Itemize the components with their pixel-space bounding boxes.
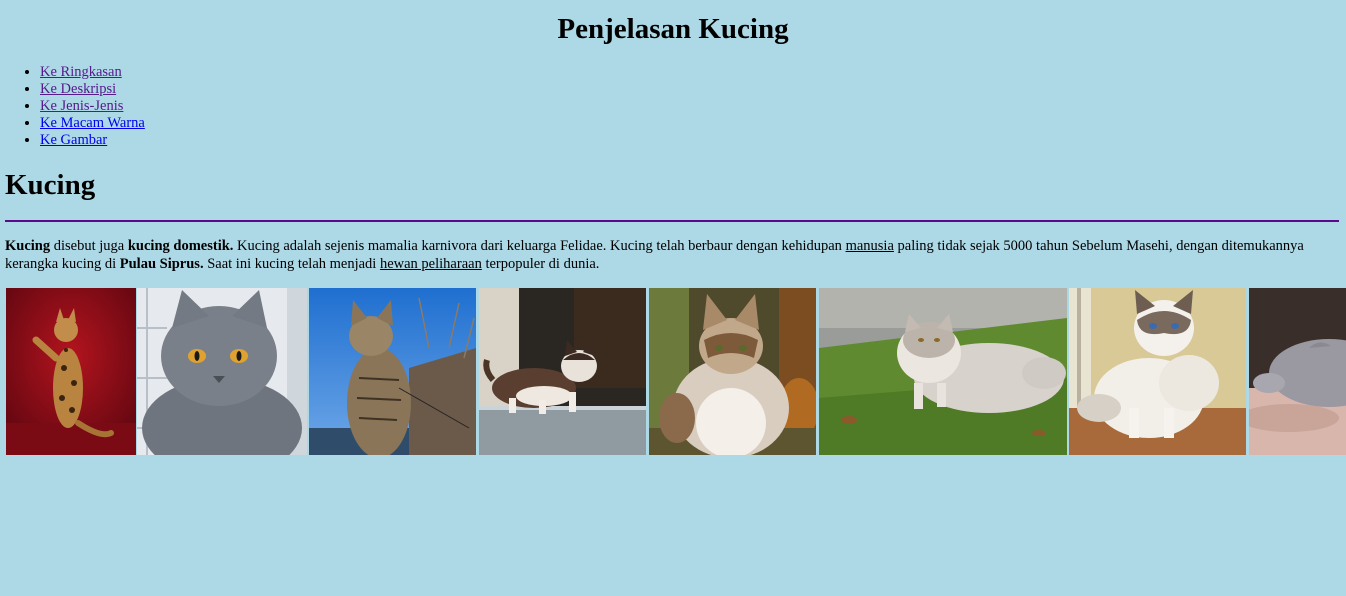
persian-cat-photo [819,288,1067,455]
nav-link-macam-warna[interactable]: Ke Macam Warna [40,115,145,131]
nav-link-gambar[interactable]: Ke Gambar [40,132,107,148]
munchkin-cat-photo [479,288,646,455]
ragdoll-cat-photo [1069,288,1246,455]
british-shorthair-photo [137,288,307,455]
nav-link-deskripsi[interactable]: Ke Deskripsi [40,81,116,97]
description-paragraph: Kucing disebut juga kucing domestik. Kuc… [5,237,1325,273]
nav-item: Ke Deskripsi [40,81,145,98]
desc-text: terpopuler di dunia. [481,256,600,272]
norwegian-forest-cat-photo [649,288,816,455]
nav-link-ringkasan[interactable]: Ke Ringkasan [40,64,122,80]
nav-item: Ke Ringkasan [40,64,145,81]
term-kucing: Kucing [5,238,51,254]
underlined-hewan-peliharaan: hewan peliharaan [379,256,482,272]
nav-item: Ke Gambar [40,132,145,149]
nav-item: Ke Macam Warna [40,115,145,132]
divider [5,220,1339,222]
desc-text: Kucing adalah sejenis mamalia karnivora … [233,238,846,254]
section-title: Kucing [5,169,96,201]
nav-link-jenis-jenis[interactable]: Ke Jenis-Jenis [40,98,123,114]
desc-text: Saat ini kucing telah menjadi [203,256,380,272]
maine-coon-photo [309,288,476,455]
cat-gallery [6,288,1346,455]
term-kucing-domestik: kucing domestik. [127,238,234,254]
scottish-fold-photo [1249,288,1346,455]
nav-item: Ke Jenis-Jenis [40,98,145,115]
desc-text: disebut juga [50,238,128,254]
page-title: Penjelasan Kucing [557,13,789,45]
bengal-cat-photo [6,288,136,455]
underlined-manusia: manusia [845,238,894,254]
term-pulau-siprus: Pulau Siprus. [119,256,204,272]
nav-list: Ke Ringkasan Ke Deskripsi Ke Jenis-Jenis… [0,64,145,149]
